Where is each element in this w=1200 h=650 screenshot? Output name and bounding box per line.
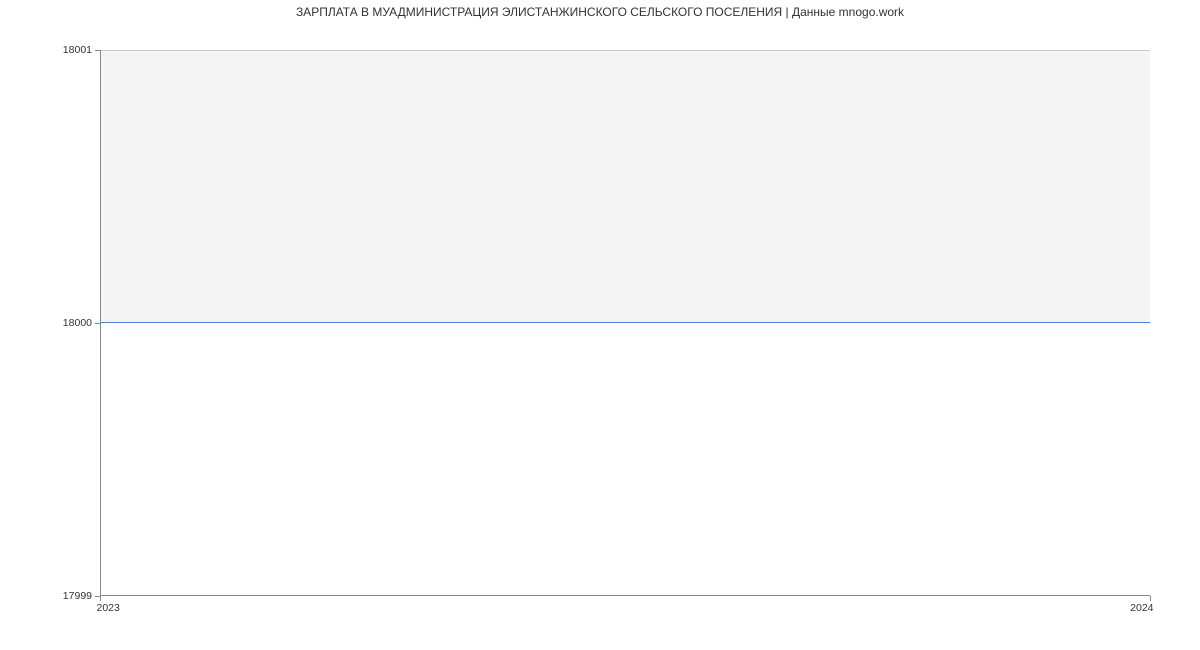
plot-lower-band — [100, 323, 1150, 596]
y-tick-label: 18001 — [63, 44, 100, 56]
chart-container: ЗАРПЛАТА В МУАДМИНИСТРАЦИЯ ЭЛИСТАНЖИНСКО… — [0, 0, 1200, 650]
y-tick-label: 17999 — [63, 590, 100, 602]
data-line — [100, 322, 1150, 323]
plot-area: 18001 18000 17999 2023 2024 — [100, 50, 1150, 596]
y-axis — [100, 50, 101, 596]
plot-upper-band — [100, 50, 1150, 323]
x-axis — [100, 595, 1150, 596]
chart-title: ЗАРПЛАТА В МУАДМИНИСТРАЦИЯ ЭЛИСТАНЖИНСКО… — [0, 0, 1200, 19]
y-tick-label: 18000 — [63, 317, 100, 329]
x-tick-label: 2024 — [1130, 596, 1153, 614]
x-tick-label: 2023 — [96, 596, 119, 614]
